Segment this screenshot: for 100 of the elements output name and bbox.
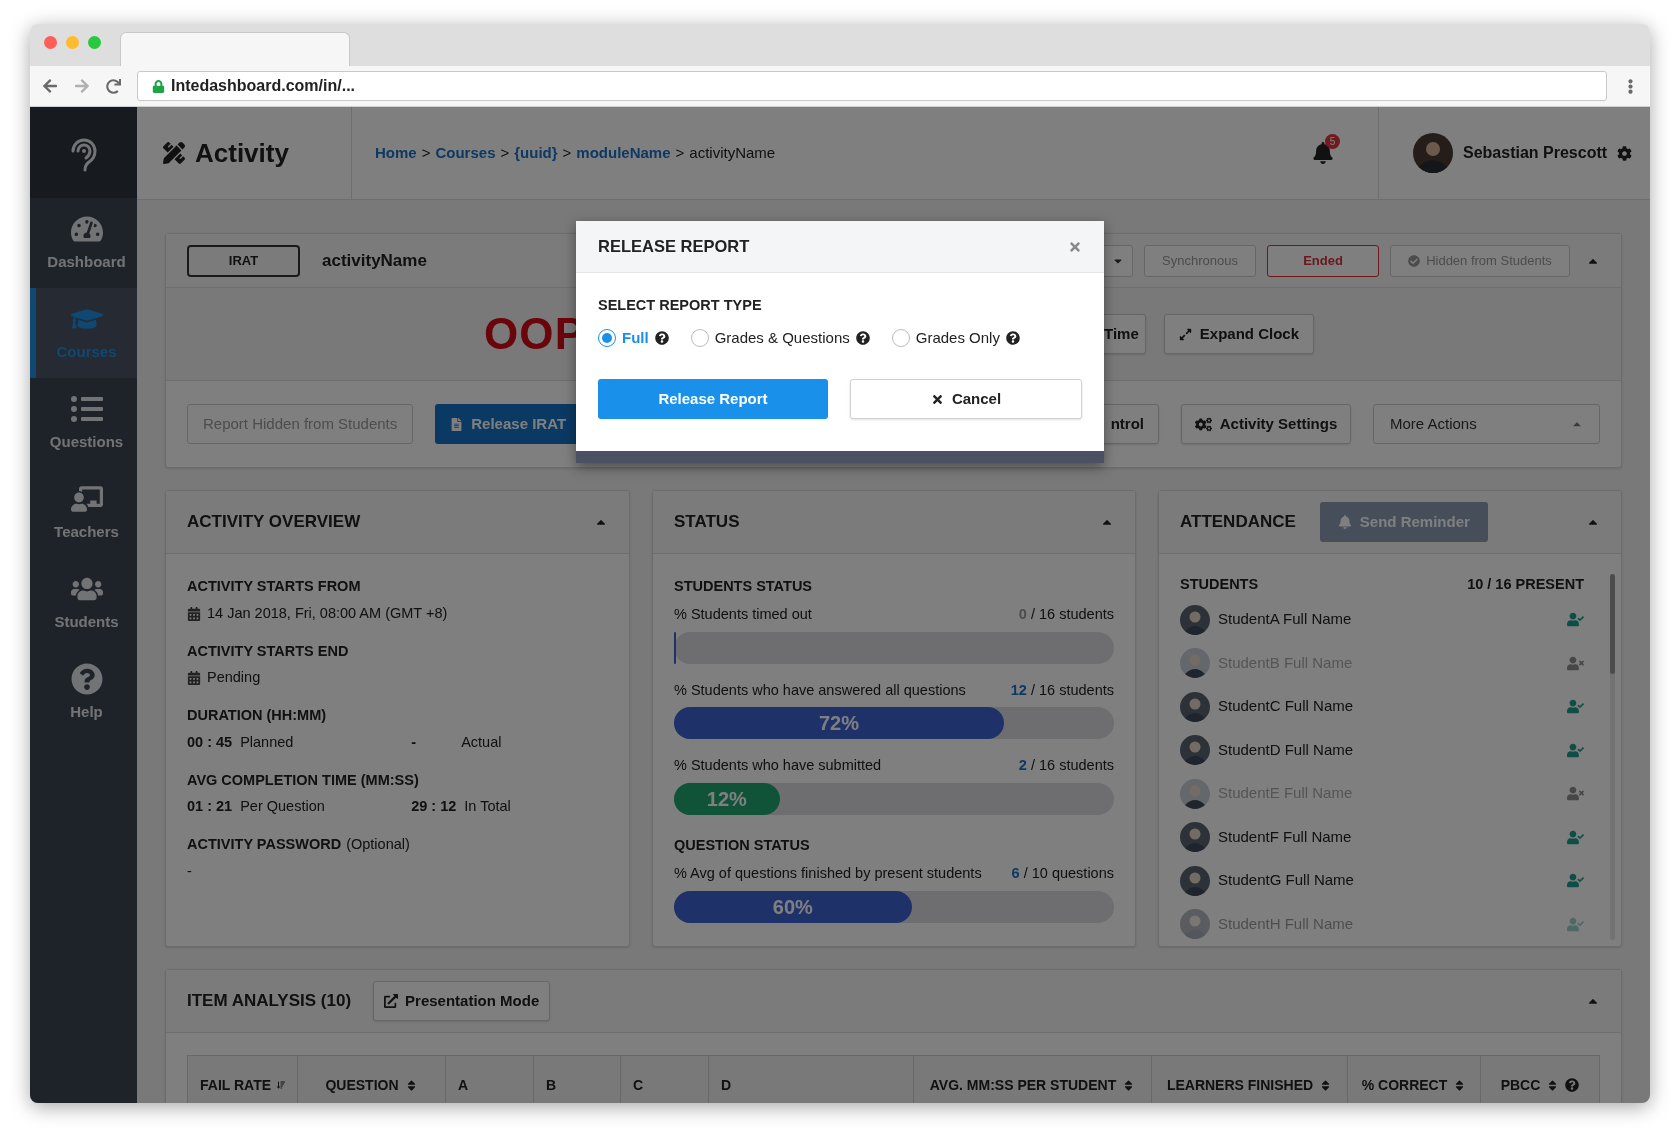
section-label: SELECT REPORT TYPE — [598, 296, 763, 315]
gears-icon — [1194, 415, 1212, 433]
bell-icon — [1337, 515, 1352, 529]
clock-button[interactable]: Expand Clock — [1163, 314, 1314, 354]
breadcrumb-current: activityName — [689, 142, 776, 163]
field-label: AVG COMPLETION TIME (MM:SS) — [187, 770, 420, 790]
column-header[interactable]: QUESTION — [298, 1056, 446, 1103]
breadcrumb-link[interactable]: {uuid} — [514, 141, 558, 165]
help-icon[interactable] — [654, 331, 669, 345]
breadcrumb-separator: > — [500, 142, 510, 163]
column-header[interactable]: B — [534, 1056, 621, 1103]
field-value: 14 Jan 2018, Fri, 08:00 AM (GMT +8) — [207, 603, 448, 623]
progress-fill: 60% — [674, 890, 912, 923]
progress-count: 12 / 16 students — [1010, 680, 1114, 700]
panel-title: ATTENDANCE — [1180, 511, 1296, 534]
column-header[interactable]: PBCC — [1481, 1056, 1599, 1103]
panel-title: ACTIVITY OVERVIEW — [187, 511, 361, 534]
field-label: ACTIVITY PASSWORD — [187, 835, 342, 854]
student-name: StudentG Full Name — [1218, 870, 1355, 891]
help-icon — [70, 662, 103, 695]
report-type-option[interactable]: Grades & Questions — [690, 326, 870, 350]
student-name: StudentC Full Name — [1218, 696, 1355, 717]
action-button[interactable]: Activity Settings — [1181, 404, 1351, 444]
student-row[interactable]: StudentF Full Name — [1180, 815, 1610, 859]
help-icon — [1565, 1078, 1580, 1092]
section-title: QUESTION STATUS — [674, 836, 811, 855]
avatar — [1180, 822, 1210, 853]
field-label: DURATION (HH:MM) — [187, 706, 328, 725]
progress-fill: 72% — [674, 707, 1004, 740]
field-value: 29 : 12 — [411, 797, 457, 817]
sidebar-item[interactable]: Help — [30, 648, 137, 738]
breadcrumb-link[interactable]: Home — [375, 141, 417, 165]
sidebar-item[interactable]: Questions — [30, 378, 137, 468]
sidebar-item[interactable]: Teachers — [30, 468, 137, 558]
panel-title: STATUS — [674, 511, 740, 534]
external-link-icon — [384, 994, 399, 1008]
settings-icon[interactable] — [1617, 145, 1633, 161]
avatar — [1180, 778, 1210, 809]
avatar — [1180, 648, 1210, 679]
field-caption: In Total — [464, 797, 511, 817]
progress-label: % Students who have submitted — [674, 756, 882, 776]
cancel-button[interactable]: Cancel — [850, 379, 1082, 420]
address-bar[interactable]: Intedashboard.com/in/... — [137, 71, 1607, 101]
help-icon[interactable] — [855, 331, 870, 345]
user-name[interactable]: Sebastian Prescott — [1463, 141, 1608, 165]
column-header[interactable]: A — [446, 1056, 534, 1103]
progress-label: % Avg of questions finished by present students — [674, 863, 982, 883]
field-label: ACTIVITY STARTS END — [187, 641, 350, 661]
avatar — [1180, 604, 1210, 635]
student-row[interactable]: StudentG Full Name — [1180, 858, 1610, 903]
breadcrumb-link[interactable]: Courses — [435, 141, 496, 165]
column-header[interactable]: C — [621, 1056, 709, 1103]
student-name: StudentD Full Name — [1218, 739, 1355, 760]
more-actions-dropdown[interactable]: More Actions — [1373, 404, 1600, 444]
page-title: Activity — [195, 136, 289, 170]
column-header[interactable]: LEARNERS FINISHED — [1152, 1056, 1348, 1103]
field-label: ACTIVITY STARTS FROM — [187, 577, 362, 596]
progress-label: % Students who have answered all questions — [674, 680, 966, 700]
field-value: 00 : 45 — [187, 732, 233, 752]
breadcrumb-link[interactable]: moduleName — [576, 141, 671, 165]
avatar — [1180, 735, 1210, 766]
progress-fill: 12% — [674, 783, 780, 815]
reload-icon[interactable] — [106, 78, 121, 94]
student-row[interactable]: StudentA Full Name — [1180, 597, 1610, 642]
activity-type-tag: IRAT — [187, 244, 300, 277]
help-icon[interactable] — [1005, 331, 1020, 345]
breadcrumb-separator: > — [562, 142, 572, 163]
expand-icon — [1178, 327, 1192, 341]
progress-label: % Students timed out — [674, 604, 812, 624]
student-name: StudentF Full Name — [1218, 826, 1353, 847]
progress-count: 6 / 10 questions — [1011, 863, 1114, 883]
report-type-option[interactable]: Full — [598, 326, 669, 350]
list-heading: STUDENTS — [1180, 575, 1259, 594]
release-report-button[interactable]: Release Report — [598, 379, 828, 420]
presentation-mode-button[interactable]: Presentation Mode — [373, 981, 551, 1021]
student-row[interactable]: StudentC Full Name — [1180, 684, 1610, 729]
column-header[interactable]: D — [709, 1056, 914, 1103]
field-caption: Per Question — [240, 797, 326, 817]
back-icon[interactable] — [42, 78, 58, 94]
sidebar-item[interactable]: Dashboard — [30, 198, 137, 288]
status-tag[interactable]: Ended — [1267, 244, 1379, 277]
breadcrumb-separator: > — [675, 142, 685, 163]
report-type-option[interactable]: Grades Only — [891, 326, 1020, 350]
breadcrumb-separator: > — [421, 142, 431, 163]
column-header[interactable]: % CORRECT — [1348, 1056, 1481, 1103]
progress-count: 2 / 16 students — [1018, 756, 1114, 776]
student-name: StudentA Full Name — [1218, 609, 1353, 630]
close-icon[interactable] — [1068, 239, 1082, 254]
section-title: STUDENTS STATUS — [674, 577, 814, 596]
activity-name: activityName — [322, 249, 427, 272]
sidebar-item[interactable]: Students — [30, 558, 137, 648]
avatar — [1180, 691, 1210, 722]
user-avatar — [1413, 133, 1453, 173]
column-header[interactable]: AVG. MM:SS PER STUDENT — [914, 1056, 1152, 1103]
student-row[interactable]: StudentD Full Name — [1180, 728, 1610, 772]
calendar-icon — [187, 671, 201, 686]
pencil-ruler-icon — [163, 142, 185, 164]
field-caption: Planned — [240, 732, 295, 752]
dialog-title: RELEASE REPORT — [598, 236, 750, 258]
column-header[interactable]: FAIL RATE — [188, 1056, 298, 1103]
